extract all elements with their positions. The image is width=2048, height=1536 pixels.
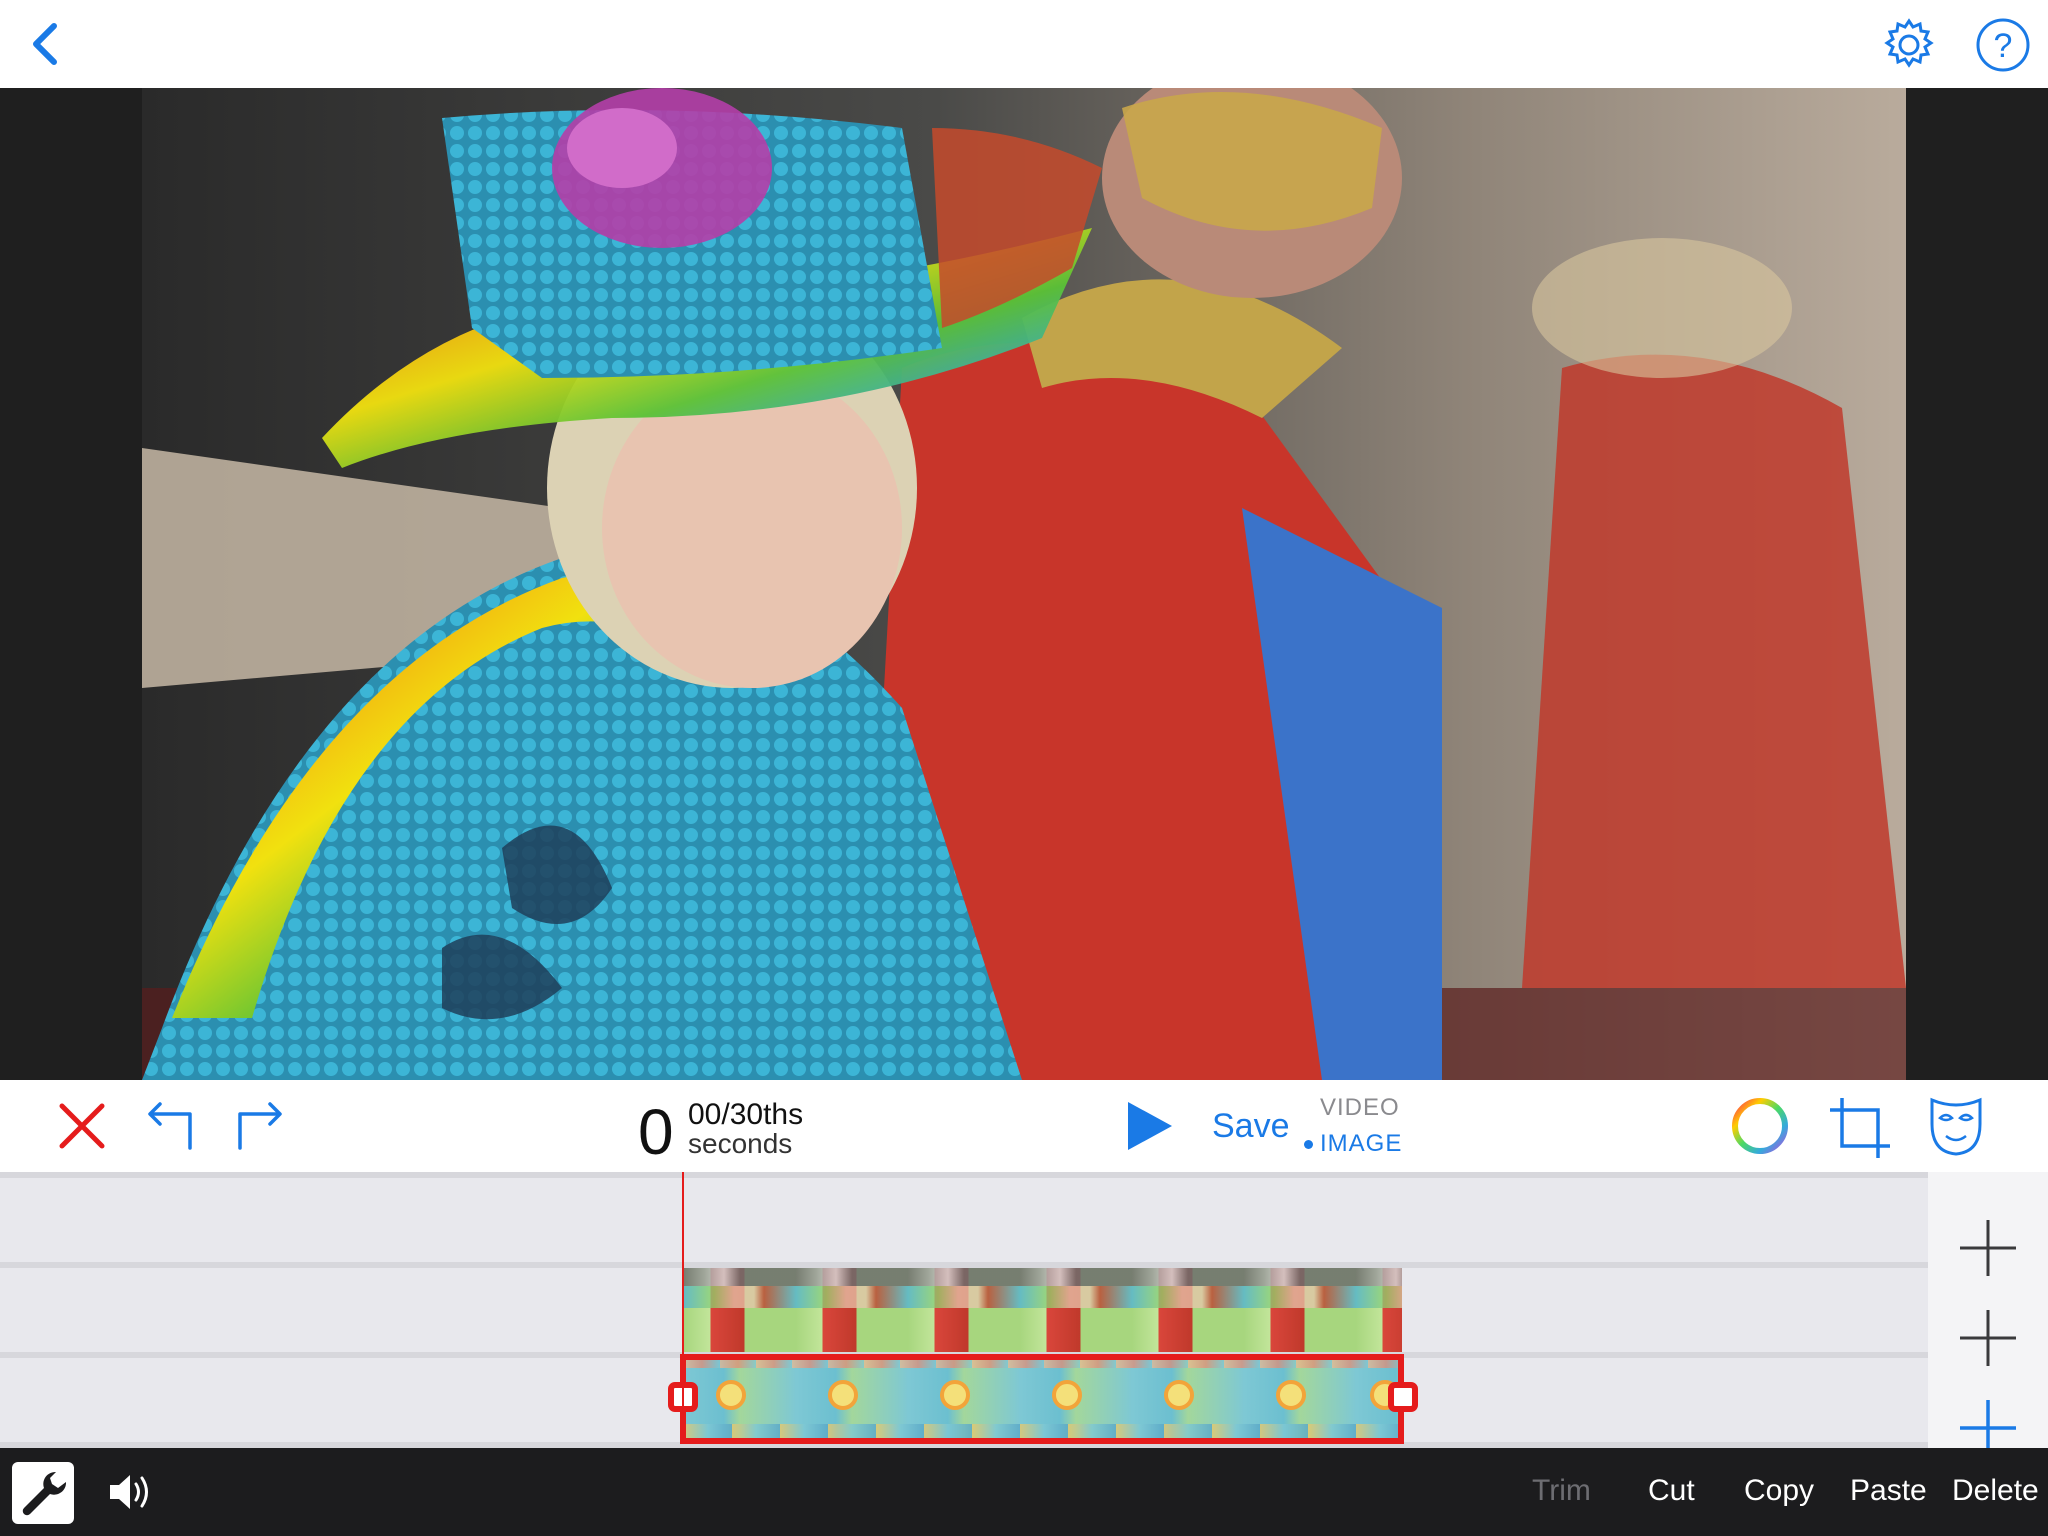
crop-button[interactable] [1828,1096,1892,1160]
wrench-icon [22,1471,67,1516]
cut-button[interactable]: Cut [1648,1474,1695,1508]
time-frames: 00/30ths [688,1100,803,1130]
sound-button[interactable] [106,1470,156,1514]
preview-area [0,88,2048,1080]
help-button[interactable]: ? [1974,16,2032,74]
redo-icon [238,1102,282,1150]
clip-selection-frame [680,1354,1404,1444]
time-unit: seconds [688,1128,793,1159]
tools-button[interactable] [12,1462,74,1524]
undo-button[interactable] [146,1100,198,1152]
copy-button[interactable]: Copy [1744,1474,1814,1508]
add-track-2-button[interactable] [1958,1308,2018,1368]
chevron-left-icon [33,23,57,65]
top-bar: ? [0,0,2048,88]
play-button[interactable] [1124,1100,1176,1152]
photo-illustration [142,88,1906,1080]
crop-icon [1830,1098,1890,1158]
play-icon [1128,1102,1172,1150]
redo-button[interactable] [232,1100,284,1152]
playhead[interactable] [682,1172,684,1444]
paste-button[interactable]: Paste [1850,1474,1927,1508]
preview-photo [142,88,1906,1080]
people-photo-clip[interactable] [684,1268,1402,1352]
mask-icon [1930,1097,1982,1156]
color-wheel-icon [1732,1098,1788,1154]
speaker-icon [110,1475,148,1509]
help-glyph: ? [1994,27,2013,65]
time-seconds: 0 [638,1096,674,1168]
save-button[interactable]: Save [1212,1108,1290,1144]
time-frames-value: 00 [688,1098,722,1131]
plus-icon [1960,1220,2016,1276]
bottom-bar: Trim Cut Copy Paste Delete [0,1448,2048,1536]
time-frames-suffix: /30ths [721,1098,804,1131]
timeline [0,1172,2048,1456]
delete-clip-button[interactable] [56,1100,108,1152]
undo-icon [148,1102,192,1150]
editor-toolbar: 0 00/30ths seconds Save VIDEO IMAGE [0,1080,2048,1172]
x-icon [59,1103,105,1149]
mask-button[interactable] [1926,1094,1986,1158]
delete-button[interactable]: Delete [1952,1474,2039,1508]
color-adjust-button[interactable] [1730,1096,1790,1156]
trim-handle-right[interactable] [1388,1382,1418,1412]
trim-button[interactable]: Trim [1532,1474,1591,1508]
question-circle-icon: ? [1976,18,2030,72]
back-button[interactable] [22,18,74,70]
track-1[interactable] [0,1178,1928,1262]
add-track-1-button[interactable] [1958,1218,2018,1278]
selected-mode-indicator [1304,1140,1313,1149]
plus-icon [1960,1310,2016,1366]
gear-icon [1884,18,1934,68]
settings-button[interactable] [1880,16,1938,74]
mode-video-option[interactable]: VIDEO [1320,1094,1400,1122]
mode-image-option[interactable]: IMAGE [1320,1130,1402,1158]
